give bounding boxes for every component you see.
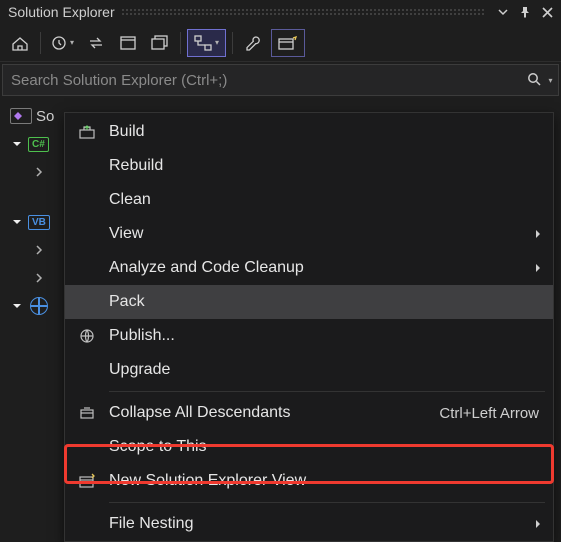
csharp-badge-icon: C# [28, 137, 49, 152]
search-icon[interactable]: ▾ [522, 72, 558, 88]
windows-button[interactable] [146, 29, 174, 57]
expander-closed-icon[interactable] [32, 271, 46, 285]
sync-button[interactable] [82, 29, 110, 57]
solution-label: So [36, 108, 54, 125]
publish-icon [65, 328, 109, 344]
menu-label: Pack [109, 293, 553, 311]
toolbar-separator [232, 32, 233, 54]
menu-label: File Nesting [109, 515, 531, 533]
menu-label: Build [109, 123, 553, 141]
search-input[interactable] [3, 72, 522, 89]
history-button[interactable]: ▾ [47, 29, 78, 57]
submenu-arrow-icon [531, 229, 553, 239]
panel-title: Solution Explorer [8, 4, 115, 20]
new-view-icon [65, 473, 109, 489]
menu-item-scope[interactable]: Scope to This [65, 430, 553, 464]
caret-down-icon: ▾ [70, 38, 74, 47]
menu-label: Rebuild [109, 157, 553, 175]
submenu-arrow-icon [531, 263, 553, 273]
menu-item-publish[interactable]: Publish... [65, 319, 553, 353]
menu-item-clean[interactable]: Clean [65, 183, 553, 217]
menu-label: Clean [109, 191, 553, 209]
window-menu-caret-icon[interactable] [493, 2, 513, 22]
toolbar-separator [180, 32, 181, 54]
menu-label: Analyze and Code Cleanup [109, 259, 531, 277]
toolbar: ▾ ▾ [0, 24, 561, 62]
solution-icon [10, 107, 32, 125]
menu-item-analyze[interactable]: Analyze and Code Cleanup [65, 251, 553, 285]
build-icon [65, 124, 109, 140]
title-grip[interactable] [121, 8, 485, 16]
expander-open-icon[interactable] [10, 137, 24, 151]
hierarchy-button[interactable]: ▾ [187, 29, 226, 57]
expander-closed-icon[interactable] [32, 243, 46, 257]
properties-button[interactable] [239, 29, 267, 57]
window-button[interactable] [114, 29, 142, 57]
menu-separator [109, 502, 545, 503]
submenu-arrow-icon [531, 519, 553, 529]
menu-item-view[interactable]: View [65, 217, 553, 251]
menu-item-pack[interactable]: Pack [65, 285, 553, 319]
menu-shortcut: Ctrl+Left Arrow [439, 405, 553, 422]
home-button[interactable] [6, 29, 34, 57]
menu-label: New Solution Explorer View [109, 472, 553, 490]
caret-down-icon: ▾ [548, 76, 552, 85]
vb-badge-icon: VB [28, 215, 50, 230]
title-bar: Solution Explorer [0, 0, 561, 24]
menu-item-file-nesting[interactable]: File Nesting [65, 507, 553, 541]
menu-label: Publish... [109, 327, 553, 345]
expander-closed-icon[interactable] [32, 165, 46, 179]
preview-button[interactable] [271, 29, 305, 57]
menu-item-build[interactable]: Build [65, 115, 553, 149]
menu-label: View [109, 225, 531, 243]
menu-item-upgrade[interactable]: Upgrade [65, 353, 553, 387]
expander-open-icon[interactable] [10, 299, 24, 313]
menu-separator [109, 391, 545, 392]
menu-label: Upgrade [109, 361, 553, 379]
menu-item-collapse[interactable]: Collapse All Descendants Ctrl+Left Arrow [65, 396, 553, 430]
menu-item-new-solution-explorer-view[interactable]: New Solution Explorer View [65, 464, 553, 498]
toolbar-separator [40, 32, 41, 54]
pin-icon[interactable] [515, 2, 535, 22]
expander-open-icon[interactable] [10, 215, 24, 229]
globe-icon [28, 297, 50, 315]
caret-down-icon: ▾ [215, 38, 219, 47]
context-menu: Build Rebuild Clean View Analyze and Cod… [64, 112, 554, 542]
search-row: ▾ [2, 64, 559, 96]
menu-item-rebuild[interactable]: Rebuild [65, 149, 553, 183]
menu-label: Collapse All Descendants [109, 404, 439, 422]
collapse-icon [65, 406, 109, 420]
menu-label: Scope to This [109, 438, 553, 456]
close-icon[interactable] [537, 2, 557, 22]
